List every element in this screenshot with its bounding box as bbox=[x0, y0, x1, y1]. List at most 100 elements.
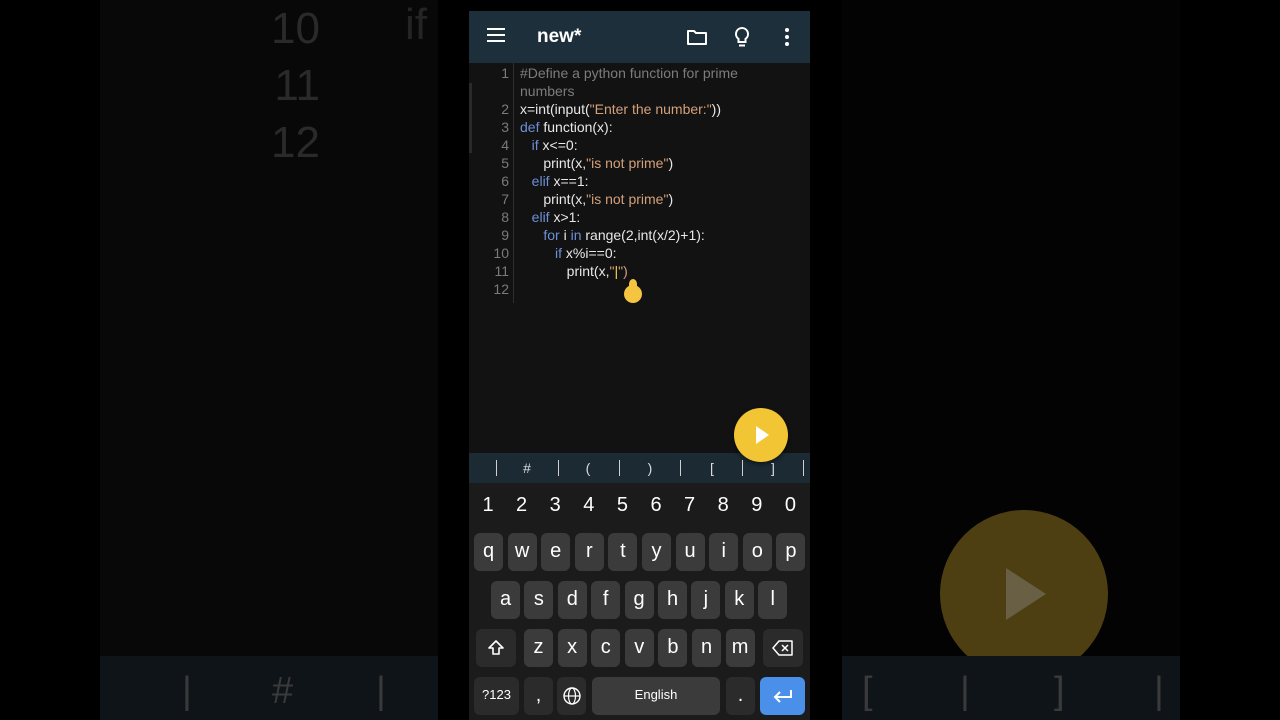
symbol-separator bbox=[496, 460, 497, 476]
letter-key[interactable]: b bbox=[658, 629, 688, 667]
letter-key[interactable]: u bbox=[675, 533, 705, 571]
hamburger-menu-icon[interactable] bbox=[487, 28, 505, 44]
folder-icon[interactable] bbox=[685, 25, 709, 49]
background-left-panel: 10 11 12 if | # | bbox=[100, 0, 438, 720]
lightbulb-icon[interactable] bbox=[730, 25, 754, 49]
number-key[interactable]: 9 bbox=[740, 491, 774, 519]
letter-key[interactable]: c bbox=[591, 629, 621, 667]
letter-key[interactable]: m bbox=[725, 629, 755, 667]
comma-key[interactable]: , bbox=[524, 677, 553, 715]
line-number: 5 bbox=[501, 155, 509, 171]
code-token: elif bbox=[531, 209, 550, 225]
letter-key[interactable]: x bbox=[557, 629, 587, 667]
code-token: )) bbox=[711, 101, 721, 117]
number-key[interactable]: 4 bbox=[572, 491, 606, 519]
letter-key[interactable]: o bbox=[742, 533, 772, 571]
symbol-key[interactable]: ) bbox=[635, 453, 665, 483]
letter-key[interactable]: l bbox=[758, 581, 788, 619]
code-line[interactable]: 8 elif x>1: bbox=[469, 209, 810, 227]
code-line[interactable]: 4 if x<=0: bbox=[469, 137, 810, 155]
letter-key[interactable]: j bbox=[691, 581, 721, 619]
code-token: for bbox=[543, 227, 560, 243]
number-key[interactable]: 8 bbox=[706, 491, 740, 519]
symbol-key[interactable]: ( bbox=[573, 453, 603, 483]
bg-symbol: ] bbox=[1054, 670, 1065, 712]
code-line[interactable]: 1 #Define a python function for prime bbox=[469, 65, 810, 83]
code-line[interactable]: 11 print(x,"|") bbox=[469, 263, 810, 281]
letter-key[interactable]: e bbox=[541, 533, 571, 571]
code-token: function(x): bbox=[539, 119, 613, 135]
period-key[interactable]: . bbox=[726, 677, 755, 715]
phone-screen: new* 1 #Define a python function for prim… bbox=[469, 0, 810, 720]
letter-key[interactable]: d bbox=[557, 581, 587, 619]
letter-key[interactable]: f bbox=[591, 581, 621, 619]
symbol-separator bbox=[558, 460, 559, 476]
symbol-key[interactable]: # bbox=[512, 453, 542, 483]
line-number: 3 bbox=[501, 119, 509, 135]
code-line[interactable]: 6 elif x==1: bbox=[469, 173, 810, 191]
letter-key[interactable]: t bbox=[608, 533, 638, 571]
letter-key[interactable]: v bbox=[624, 629, 654, 667]
background-keyword: if bbox=[405, 0, 427, 49]
bg-symbol: [ bbox=[862, 670, 873, 712]
code-token: x%i==0: bbox=[562, 245, 617, 261]
space-bar[interactable]: English bbox=[592, 677, 720, 715]
backspace-icon bbox=[772, 640, 793, 656]
letter-key[interactable]: p bbox=[776, 533, 806, 571]
code-token: #Define a python function for prime bbox=[520, 65, 738, 81]
shift-key[interactable] bbox=[476, 629, 516, 667]
number-key[interactable]: 0 bbox=[773, 491, 807, 519]
code-token: print(x, bbox=[520, 263, 610, 279]
code-text: elif x==1: bbox=[520, 173, 589, 189]
code-line[interactable]: 2 x=int(input("Enter the number:")) bbox=[469, 101, 810, 119]
code-editor[interactable]: 1 #Define a python function for prime numb… bbox=[469, 63, 810, 453]
letter-key[interactable]: y bbox=[642, 533, 671, 571]
letter-key[interactable]: i bbox=[709, 533, 739, 571]
cursor-handle[interactable] bbox=[624, 279, 642, 303]
code-line[interactable]: 3 def function(x): bbox=[469, 119, 810, 137]
code-token: print(x, bbox=[520, 191, 587, 207]
background-symbol-bar: [ | ] | bbox=[842, 656, 1180, 720]
letter-key[interactable]: z bbox=[524, 629, 553, 667]
bg-line-number: 10 bbox=[271, 4, 320, 53]
code-line[interactable]: numbers bbox=[469, 83, 810, 101]
run-button[interactable] bbox=[734, 408, 788, 462]
code-line[interactable]: 7 print(x,"is not prime") bbox=[469, 191, 810, 209]
code-text: print(x,"is not prime") bbox=[520, 191, 673, 207]
letter-key[interactable]: k bbox=[724, 581, 754, 619]
letter-key[interactable]: n bbox=[692, 629, 721, 667]
letter-key[interactable]: q bbox=[474, 533, 503, 571]
number-key[interactable]: 7 bbox=[673, 491, 707, 519]
letter-key[interactable]: g bbox=[624, 581, 654, 619]
line-number: 7 bbox=[501, 191, 509, 207]
enter-key[interactable] bbox=[760, 677, 805, 715]
number-key[interactable]: 6 bbox=[639, 491, 673, 519]
number-key[interactable]: 2 bbox=[505, 491, 539, 519]
code-line[interactable]: 10 if x%i==0: bbox=[469, 245, 810, 263]
code-text: elif x>1: bbox=[520, 209, 581, 225]
number-key[interactable]: 5 bbox=[605, 491, 639, 519]
code-token: if bbox=[555, 245, 563, 261]
bg-separator: | bbox=[376, 670, 386, 712]
code-line[interactable]: 9 for i in range(2,int(x/2)+1): bbox=[469, 227, 810, 245]
more-vertical-icon[interactable] bbox=[775, 25, 799, 49]
symbols-key[interactable]: ?123 bbox=[474, 677, 519, 715]
number-key[interactable]: 1 bbox=[471, 491, 505, 519]
backspace-key[interactable] bbox=[763, 629, 803, 667]
letter-key[interactable]: h bbox=[658, 581, 687, 619]
letter-key[interactable]: w bbox=[507, 533, 537, 571]
letter-key[interactable]: a bbox=[491, 581, 520, 619]
letter-key[interactable]: r bbox=[574, 533, 604, 571]
globe-key[interactable] bbox=[557, 677, 586, 715]
code-token: "is not prime" bbox=[586, 155, 669, 171]
letter-key[interactable]: s bbox=[524, 581, 554, 619]
bg-separator: | bbox=[1154, 670, 1164, 712]
symbol-key[interactable]: [ bbox=[697, 453, 727, 483]
number-key[interactable]: 3 bbox=[538, 491, 572, 519]
code-text: if x%i==0: bbox=[520, 245, 617, 261]
code-line[interactable]: 5 print(x,"is not prime") bbox=[469, 155, 810, 173]
background-right-panel: [ | ] | bbox=[842, 0, 1180, 720]
